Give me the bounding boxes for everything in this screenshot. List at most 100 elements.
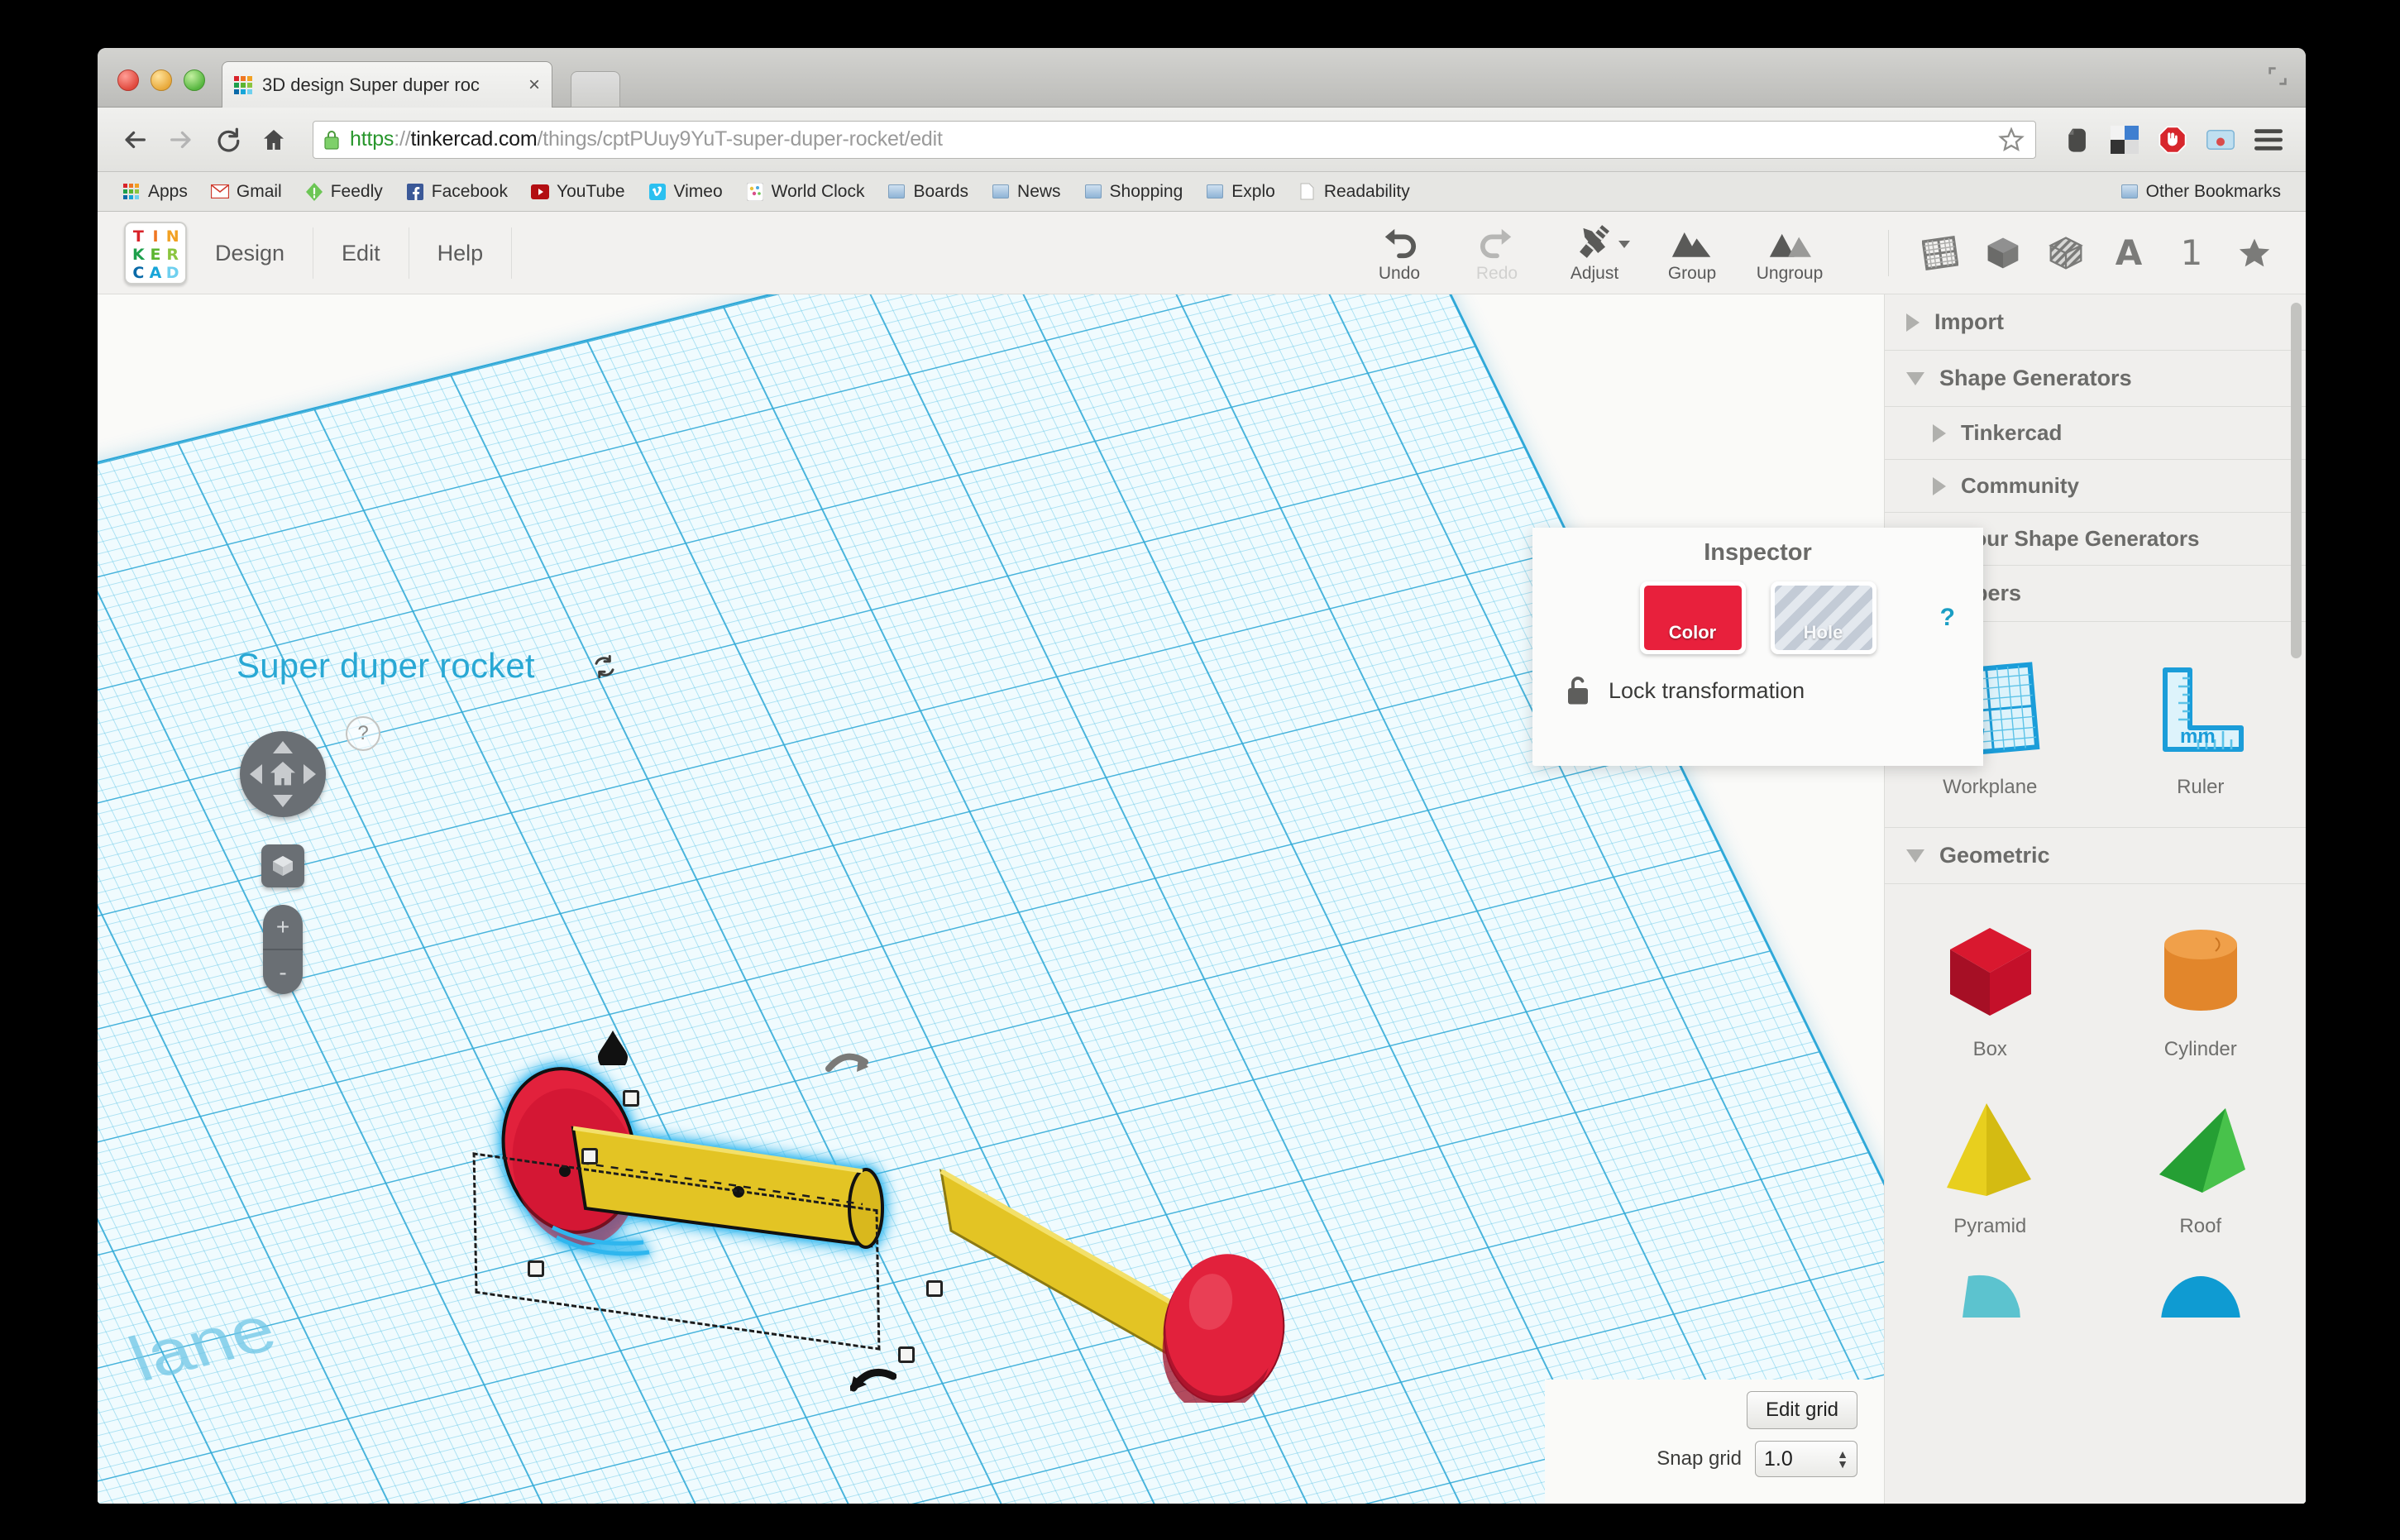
menu-edit[interactable]: Edit bbox=[313, 227, 409, 279]
design-canvas[interactable]: lane Super duper rocket ? + - Edit grid … bbox=[98, 294, 1884, 1504]
resize-handle[interactable] bbox=[581, 1148, 598, 1165]
maximize-icon[interactable] bbox=[2266, 65, 2289, 88]
chevron-down-icon[interactable] bbox=[1618, 240, 1630, 248]
help-badge[interactable]: ? bbox=[346, 716, 380, 751]
hole-swatch-button[interactable]: Hole bbox=[1770, 581, 1876, 654]
sidebar-section-community[interactable]: Community bbox=[1885, 460, 2306, 513]
bookmark-shopping[interactable]: Shopping bbox=[1073, 176, 1195, 208]
home-icon[interactable] bbox=[266, 758, 299, 791]
color-grid-icon[interactable] bbox=[2106, 123, 2144, 156]
sidebar-section-import[interactable]: Import bbox=[1885, 294, 2306, 351]
bookmark-label: Apps bbox=[148, 181, 188, 201]
box-icon bbox=[1928, 914, 2052, 1030]
pan-up-button[interactable] bbox=[273, 741, 293, 753]
shape-label: Pyramid bbox=[1953, 1215, 2027, 1237]
browser-tab[interactable]: 3D design Super duper roc × bbox=[222, 61, 552, 108]
shape-roof[interactable]: Roof bbox=[2096, 1079, 2307, 1256]
zoom-out-button[interactable]: - bbox=[263, 950, 303, 994]
undo-button[interactable]: Undo bbox=[1351, 222, 1448, 284]
shape-rounded[interactable] bbox=[1885, 1256, 2096, 1344]
sidebar-section-geometric[interactable]: Geometric bbox=[1885, 828, 2306, 884]
back-button[interactable] bbox=[116, 121, 154, 159]
shape-sphere[interactable] bbox=[2096, 1256, 2307, 1344]
pan-right-button[interactable] bbox=[304, 764, 316, 784]
shape-label: Box bbox=[1972, 1038, 2007, 1060]
window-minimize-button[interactable] bbox=[151, 69, 172, 91]
inspector-help-icon[interactable]: ? bbox=[1940, 604, 1955, 632]
bookmark-gmail[interactable]: Gmail bbox=[199, 176, 294, 208]
resize-handle[interactable] bbox=[898, 1346, 915, 1363]
inspector-swatches: Color Hole bbox=[1532, 581, 1983, 654]
sync-icon[interactable] bbox=[592, 654, 617, 686]
pocket-icon[interactable] bbox=[2202, 123, 2240, 156]
menu-design[interactable]: Design bbox=[187, 227, 314, 279]
chevron-down-icon bbox=[1906, 371, 1924, 385]
zoom-in-button[interactable]: + bbox=[263, 905, 303, 950]
menu-icon[interactable] bbox=[2249, 123, 2288, 156]
rotate-handle-icon[interactable] bbox=[850, 1355, 896, 1393]
bookmark-youtube[interactable]: YouTube bbox=[519, 176, 637, 208]
view-navigation-pad[interactable] bbox=[240, 731, 326, 817]
edit-grid-button[interactable]: Edit grid bbox=[1746, 1391, 1857, 1429]
grid-icon[interactable] bbox=[1917, 230, 1963, 276]
address-bar[interactable]: https://tinkercad.com/things/cptPUuy9YuT… bbox=[313, 120, 2036, 159]
sidebar-scrollbar[interactable] bbox=[2291, 303, 2302, 658]
resize-handle[interactable] bbox=[623, 1090, 639, 1107]
rotate-handle-icon[interactable] bbox=[825, 1045, 868, 1080]
bookmark-vimeo[interactable]: Vimeo bbox=[637, 176, 734, 208]
view-mode-icons: A 1 bbox=[1888, 229, 2278, 276]
zoom-controls[interactable]: + - bbox=[263, 905, 303, 994]
number-one-icon[interactable]: 1 bbox=[2168, 230, 2215, 276]
chevron-right-icon bbox=[1933, 423, 1946, 442]
shape-box[interactable]: Box bbox=[1885, 902, 2096, 1079]
solid-cube-icon[interactable] bbox=[1980, 230, 2026, 276]
height-handle-icon[interactable] bbox=[598, 1031, 628, 1065]
lock-transformation-row[interactable]: Lock transformation bbox=[1566, 676, 1983, 705]
browser-window: 3D design Super duper roc × https://tink… bbox=[98, 48, 2306, 1504]
color-swatch-button[interactable]: Color bbox=[1639, 581, 1746, 654]
bookmark-readability[interactable]: Readability bbox=[1287, 176, 1422, 208]
sidebar-section-shape-generators[interactable]: Shape Generators bbox=[1885, 351, 2306, 407]
adjust-button[interactable]: Adjust bbox=[1546, 222, 1643, 284]
redo-button[interactable]: Redo bbox=[1448, 222, 1546, 284]
design-title[interactable]: Super duper rocket bbox=[237, 646, 535, 686]
new-tab-button[interactable] bbox=[571, 71, 620, 108]
bookmark-explo[interactable]: Explo bbox=[1194, 176, 1287, 208]
bookmark-facebook[interactable]: Facebook bbox=[394, 176, 519, 208]
reload-button[interactable] bbox=[208, 121, 246, 159]
bookmark-boards[interactable]: Boards bbox=[876, 176, 980, 208]
forward-button[interactable] bbox=[162, 121, 200, 159]
home-icon[interactable] bbox=[255, 121, 293, 159]
sidebar-section-tinkercad[interactable]: Tinkercad bbox=[1885, 407, 2306, 460]
stepper-arrows-icon[interactable]: ▲ ▼ bbox=[1837, 1448, 1848, 1470]
close-icon[interactable]: × bbox=[528, 74, 540, 95]
shape-cylinder[interactable]: Cylinder bbox=[2096, 902, 2307, 1079]
ungroup-button[interactable]: Ungroup bbox=[1741, 222, 1838, 284]
rocket-second[interactable] bbox=[933, 1155, 1346, 1403]
evernote-icon[interactable] bbox=[2058, 123, 2096, 156]
helper-ruler[interactable]: mm Ruler bbox=[2096, 640, 2307, 817]
shape-pyramid[interactable]: Pyramid bbox=[1885, 1079, 2096, 1256]
letter-a-icon[interactable]: A bbox=[2106, 230, 2152, 276]
transparent-cube-icon[interactable] bbox=[2043, 230, 2089, 276]
window-zoom-button[interactable] bbox=[184, 69, 205, 91]
snap-grid-select[interactable]: 1.0 ▲ ▼ bbox=[1755, 1441, 1857, 1477]
window-close-button[interactable] bbox=[117, 69, 139, 91]
tinkercad-logo[interactable]: T I N K E R C A D bbox=[124, 221, 187, 285]
bookmark-label: Readability bbox=[1323, 181, 1410, 201]
group-button[interactable]: Group bbox=[1643, 222, 1741, 284]
menu-help[interactable]: Help bbox=[409, 227, 513, 279]
bookmark-world-clock[interactable]: World Clock bbox=[734, 176, 877, 208]
fit-view-button[interactable] bbox=[261, 844, 304, 887]
star-icon[interactable] bbox=[2231, 230, 2278, 276]
pan-down-button[interactable] bbox=[273, 795, 293, 807]
pan-left-button[interactable] bbox=[250, 764, 262, 784]
bookmark-feedly[interactable]: Feedly bbox=[294, 176, 394, 208]
adblock-icon[interactable] bbox=[2154, 123, 2192, 156]
tinkercad-app: T I N K E R C A D Design Edit Help Undo bbox=[98, 212, 2306, 1504]
other-bookmarks-folder[interactable]: Other Bookmarks bbox=[2109, 176, 2292, 208]
url-text: https://tinkercad.com/things/cptPUuy9YuT… bbox=[350, 127, 943, 151]
bookmark-apps[interactable]: Apps bbox=[111, 176, 199, 208]
bookmark-news[interactable]: News bbox=[980, 176, 1073, 208]
bookmark-star-icon[interactable] bbox=[1997, 126, 2025, 154]
